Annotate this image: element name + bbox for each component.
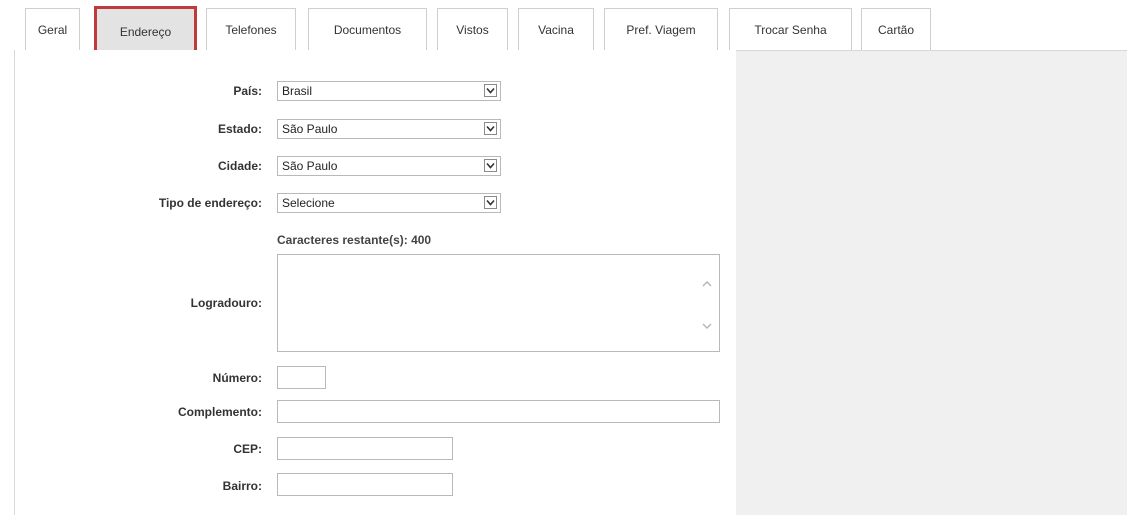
tab-geral[interactable]: Geral [25, 8, 80, 50]
chevron-down-icon[interactable] [484, 196, 497, 209]
chevron-down-icon[interactable] [484, 159, 497, 172]
estado-select[interactable]: São Paulo [277, 119, 501, 139]
complemento-field[interactable] [277, 400, 720, 423]
pais-select[interactable]: Brasil [277, 81, 501, 101]
pais-value: Brasil [282, 84, 313, 98]
numero-field[interactable] [277, 366, 326, 389]
scroll-down-icon[interactable] [701, 319, 713, 329]
cep-field[interactable] [277, 437, 453, 460]
cidade-label: Cidade: [217, 159, 262, 173]
tipo-endereco-label: Tipo de endereço: [158, 196, 262, 210]
cidade-select[interactable]: São Paulo [277, 156, 501, 176]
estado-label: Estado: [217, 122, 262, 136]
tab-trocar-senha[interactable]: Trocar Senha [729, 8, 852, 50]
cep-label: CEP: [233, 442, 262, 456]
char-counter: Caracteres restante(s): 400 [277, 233, 432, 247]
tab-bar: Geral Endereço Telefones Documentos Vist… [0, 0, 1127, 57]
tab-telefones[interactable]: Telefones [206, 8, 296, 50]
scroll-up-icon[interactable] [701, 277, 713, 287]
side-background [736, 50, 1127, 515]
logradouro-label: Logradouro: [190, 296, 262, 310]
complemento-label: Complemento: [178, 405, 262, 419]
pais-label: País: [233, 84, 262, 98]
tab-pref-viagem[interactable]: Pref. Viagem [604, 8, 718, 50]
tipo-endereco-value: Selecione [282, 196, 335, 210]
chevron-down-icon[interactable] [484, 122, 497, 135]
estado-value: São Paulo [282, 122, 338, 136]
tab-documentos[interactable]: Documentos [308, 8, 427, 50]
numero-label: Número: [212, 371, 262, 385]
chevron-down-icon[interactable] [484, 84, 497, 97]
tab-vistos[interactable]: Vistos [437, 8, 508, 50]
logradouro-textarea[interactable] [277, 254, 720, 352]
tab-cartao[interactable]: Cartão [861, 8, 931, 50]
tab-vacina[interactable]: Vacina [518, 8, 594, 50]
tipo-endereco-select[interactable]: Selecione [277, 193, 501, 213]
bairro-field[interactable] [277, 473, 453, 496]
bairro-label: Bairro: [222, 479, 262, 493]
cidade-value: São Paulo [282, 159, 338, 173]
